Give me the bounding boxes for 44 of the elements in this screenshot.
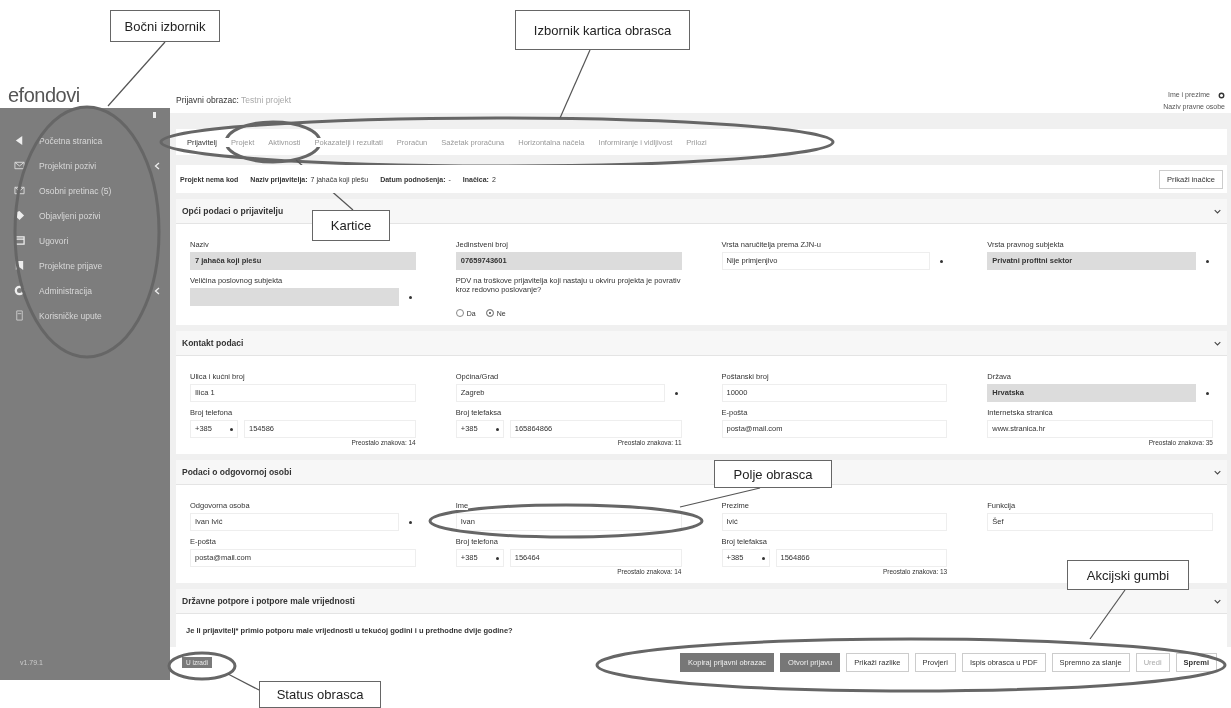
callout-label: Polje obrasca [714, 460, 832, 488]
callout-label: Izbornik kartica obrasca [515, 10, 690, 50]
caret-icon[interactable] [408, 520, 412, 524]
section-title: Državne potpore i potpore male vrijednosti [182, 596, 355, 606]
callout-label: Bočni izbornik [110, 10, 220, 42]
collapse-chevron-icon[interactable] [1214, 340, 1221, 346]
collapse-chevron-icon[interactable] [1214, 208, 1221, 214]
collapse-chevron-icon[interactable] [1214, 469, 1221, 475]
caret-icon[interactable] [495, 427, 499, 431]
caret-icon[interactable] [408, 295, 412, 299]
expand-chevron-icon[interactable] [154, 161, 160, 170]
menu-item-icon [14, 310, 25, 321]
radio-button[interactable] [455, 309, 464, 317]
menu-item-icon [14, 160, 25, 171]
menu-item-icon [14, 260, 25, 271]
section-title: Opći podaci o prijavitelju [182, 206, 284, 216]
annotation-ellipse [167, 651, 237, 681]
section-title: Podaci o odgovornoj osobi [182, 467, 292, 477]
menu-item-icon [14, 285, 25, 296]
callout-label: Akcijski gumbi [1067, 560, 1189, 590]
logo: efondovi [7, 85, 80, 108]
callout-label: Kartice [312, 210, 390, 241]
leader-line [559, 49, 591, 119]
caret-icon[interactable] [495, 556, 499, 560]
caret-icon[interactable] [761, 556, 765, 560]
caret-icon[interactable] [674, 391, 678, 395]
menu-item-icon [14, 185, 25, 196]
form-title: Prijavni obrazac: Testni projekt [176, 94, 292, 107]
caret-icon[interactable] [1206, 391, 1209, 395]
leader-line [227, 673, 260, 691]
radio-button[interactable] [485, 309, 494, 317]
menu-item-icon [14, 235, 25, 246]
menu-item-icon [14, 135, 25, 146]
leader-line [107, 41, 166, 107]
expand-chevron-icon[interactable] [154, 286, 160, 295]
menu-item-icon [14, 210, 25, 221]
caret-icon[interactable] [940, 259, 944, 263]
leader-line [1089, 589, 1126, 640]
caret-icon[interactable] [230, 427, 233, 431]
caret-icon[interactable] [1206, 259, 1209, 263]
collapse-chevron-icon[interactable] [1214, 598, 1221, 604]
callout-label: Status obrasca [259, 681, 381, 708]
section-title: Kontakt podaci [182, 338, 244, 348]
settings-icon[interactable] [1218, 91, 1225, 99]
